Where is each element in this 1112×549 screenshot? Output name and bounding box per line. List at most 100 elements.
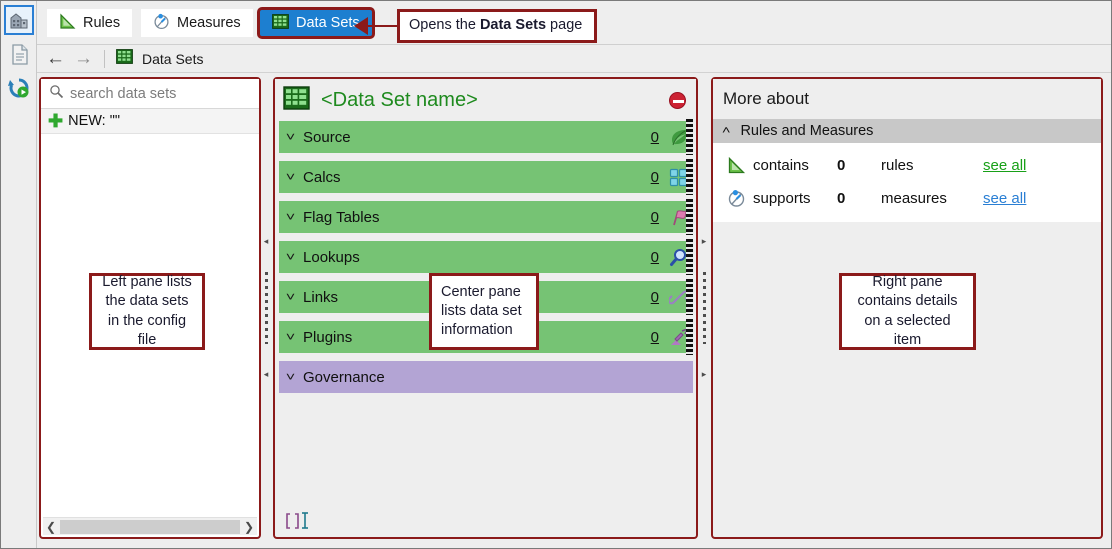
set-square-icon bbox=[723, 156, 749, 175]
section-count[interactable]: 0 bbox=[651, 169, 659, 186]
horizontal-scrollbar[interactable]: ❮ ❯ bbox=[43, 517, 257, 535]
double-chevron-up-icon[interactable]: ˄ bbox=[722, 125, 731, 137]
detail-verb: supports bbox=[753, 190, 811, 207]
gauge-icon bbox=[153, 13, 170, 34]
building-icon[interactable] bbox=[4, 5, 34, 35]
double-chevron-down-icon[interactable]: ˅ bbox=[286, 131, 295, 143]
right-splitter[interactable]: ▸ ▸ bbox=[699, 77, 709, 539]
chevron-left-icon[interactable]: ❮ bbox=[43, 519, 59, 535]
collapse-right-icon-2[interactable]: ▸ bbox=[702, 370, 707, 379]
new-data-set-item[interactable]: ✚ NEW: "" bbox=[41, 109, 259, 134]
tab-data-sets-label: Data Sets bbox=[296, 14, 360, 31]
arrow-left-icon[interactable]: ← bbox=[46, 49, 65, 68]
detail-row-measures: supports 0 measures see all bbox=[713, 182, 1101, 215]
more-about-heading: More about bbox=[713, 79, 1101, 119]
search-input[interactable]: search data sets bbox=[41, 79, 259, 109]
document-icon[interactable] bbox=[4, 39, 34, 69]
flag-icon bbox=[668, 207, 688, 227]
chain-link-icon bbox=[668, 287, 688, 307]
refresh-history-icon[interactable] bbox=[4, 73, 34, 103]
section-header-rules-and-measures[interactable]: ˄ Rules and Measures bbox=[713, 119, 1101, 143]
detail-list: contains 0 rules see all supports 0 meas… bbox=[713, 143, 1101, 222]
detail-row-rules: contains 0 rules see all bbox=[713, 149, 1101, 182]
squares-icon bbox=[668, 167, 688, 187]
section-count[interactable]: 0 bbox=[651, 289, 659, 306]
callout-text-bold: Data Sets bbox=[479, 17, 547, 34]
row-edge-marker bbox=[686, 199, 693, 235]
detail-noun: rules bbox=[881, 157, 914, 174]
detail-noun: measures bbox=[881, 190, 947, 207]
callout-center-pane: Center pane lists data set information bbox=[429, 273, 539, 350]
double-chevron-down-icon[interactable]: ˅ bbox=[286, 291, 295, 303]
grid-table-icon bbox=[116, 48, 133, 69]
section-count[interactable]: 0 bbox=[651, 329, 659, 346]
icon-rail bbox=[1, 1, 37, 548]
application-window: Rules Measures Data Sets ← → Data Sets s… bbox=[0, 0, 1112, 549]
splitter-grip[interactable] bbox=[264, 272, 268, 344]
new-data-set-label: NEW: "" bbox=[68, 113, 121, 129]
section-row-governance[interactable]: ˅ Governance bbox=[279, 361, 693, 393]
section-label: Calcs bbox=[303, 168, 341, 186]
double-chevron-down-icon[interactable]: ˅ bbox=[286, 331, 295, 343]
callout-right-pane: Right pane contains details on a selecte… bbox=[839, 273, 976, 350]
collapse-left-icon-2[interactable]: ◂ bbox=[264, 370, 269, 379]
brackets-text-cursor-icon[interactable] bbox=[282, 510, 312, 532]
leaf-icon bbox=[668, 127, 688, 147]
data-set-header: <Data Set name> bbox=[275, 79, 696, 121]
scrollbar-thumb[interactable] bbox=[60, 519, 240, 534]
section-count[interactable]: 0 bbox=[651, 249, 659, 266]
tab-rules-label: Rules bbox=[83, 14, 121, 31]
callout-text-suffix: page bbox=[546, 17, 583, 34]
callout-arrow-to-data-sets-tab bbox=[354, 17, 400, 35]
section-header-label: Rules and Measures bbox=[740, 123, 874, 139]
double-chevron-down-icon[interactable]: ˅ bbox=[286, 251, 295, 263]
gauge-icon bbox=[723, 189, 749, 208]
plus-icon: ✚ bbox=[48, 111, 64, 131]
chevron-right-icon[interactable]: ❯ bbox=[241, 519, 257, 535]
tab-rules[interactable]: Rules bbox=[47, 9, 133, 37]
collapse-right-icon[interactable]: ▸ bbox=[702, 237, 707, 246]
section-count[interactable]: 0 bbox=[651, 209, 659, 226]
double-chevron-down-icon[interactable]: ˅ bbox=[286, 171, 295, 183]
plug-icon bbox=[668, 327, 688, 347]
arrow-right-icon[interactable]: → bbox=[74, 49, 93, 68]
section-count[interactable]: 0 bbox=[651, 129, 659, 146]
magnifier-icon bbox=[668, 247, 688, 267]
detail-count: 0 bbox=[837, 157, 846, 174]
section-label: Lookups bbox=[303, 248, 360, 266]
section-label: Governance bbox=[303, 368, 385, 386]
see-all-measures-link[interactable]: see all bbox=[983, 190, 1026, 207]
section-row-source[interactable]: ˅ Source 0 bbox=[279, 119, 693, 155]
row-edge-marker bbox=[686, 319, 693, 355]
search-placeholder: search data sets bbox=[70, 85, 177, 102]
grid-table-icon bbox=[283, 85, 310, 115]
section-row-flag-tables[interactable]: ˅ Flag Tables 0 bbox=[279, 199, 693, 235]
row-edge-marker bbox=[686, 279, 693, 315]
callout-data-sets-tab: Opens the Data Sets page bbox=[397, 9, 597, 43]
collapse-left-icon[interactable]: ◂ bbox=[264, 237, 269, 246]
tab-measures[interactable]: Measures bbox=[141, 9, 253, 37]
no-entry-icon[interactable] bbox=[669, 91, 686, 109]
section-label: Source bbox=[303, 128, 351, 146]
section-row-lookups[interactable]: ˅ Lookups 0 bbox=[279, 239, 693, 275]
magnifier-icon bbox=[49, 84, 64, 104]
breadcrumb: ← → Data Sets bbox=[37, 45, 1111, 73]
see-all-rules-link[interactable]: see all bbox=[983, 157, 1026, 174]
detail-count: 0 bbox=[837, 190, 846, 207]
detail-verb: contains bbox=[753, 157, 809, 174]
data-set-name: <Data Set name> bbox=[321, 88, 478, 111]
breadcrumb-divider bbox=[104, 49, 105, 68]
left-splitter[interactable]: ◂ ◂ bbox=[261, 77, 271, 539]
set-square-icon bbox=[59, 13, 76, 34]
section-label: Flag Tables bbox=[303, 208, 380, 226]
section-row-calcs[interactable]: ˅ Calcs 0 bbox=[279, 159, 693, 195]
breadcrumb-label: Data Sets bbox=[142, 50, 204, 67]
double-chevron-down-icon[interactable]: ˅ bbox=[286, 371, 295, 383]
grid-table-icon bbox=[272, 13, 289, 33]
callout-left-pane: Left pane lists the data sets in the con… bbox=[89, 273, 205, 350]
row-edge-marker bbox=[686, 239, 693, 275]
double-chevron-down-icon[interactable]: ˅ bbox=[286, 211, 295, 223]
tab-measures-label: Measures bbox=[177, 14, 241, 31]
row-edge-marker bbox=[686, 159, 693, 195]
splitter-grip[interactable] bbox=[702, 272, 706, 344]
